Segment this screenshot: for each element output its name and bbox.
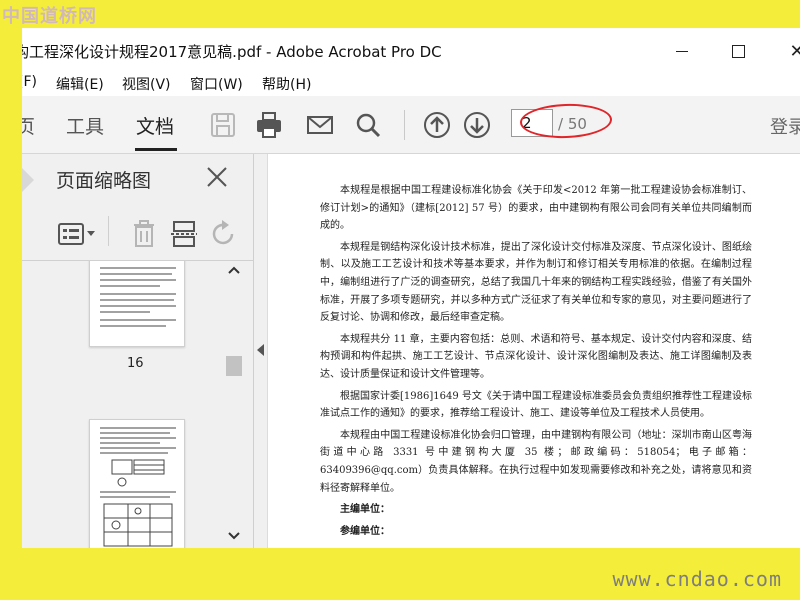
tab-document[interactable]: 文档 [136,112,174,139]
thumbnail-panel: 页面缩略图 16 [22,154,254,548]
menu-view[interactable]: 视图(V) [122,74,171,94]
save-icon[interactable] [208,110,238,140]
tab-home[interactable]: 页 [22,112,35,139]
doc-paragraph: 本规程是钢结构深化设计技术标准，提出了深化设计交付标准及深度、节点深化设计、图纸… [320,241,752,324]
page-up-icon[interactable] [422,110,452,140]
menu-edit[interactable]: 编辑(E) [56,74,104,94]
window-title: 构工程深化设计规程2017意见稿.pdf - Adobe Acrobat Pro… [22,43,442,61]
doc-participant-line: 参编单位： [340,525,390,537]
delete-icon[interactable] [128,218,160,250]
thumbnail-list: 16 [22,260,254,548]
doc-paragraph: 根据国家计委[1986]1649 号文《关于请中国工程建设标准委员会负责组织推荐… [320,390,752,420]
signin-link[interactable]: 登录 [770,113,800,139]
page-thumbnail-16[interactable] [89,261,185,347]
doc-paragraph: 本规程共分 11 章，主要内容包括：总则、术语和符号、基本规定、设计交付内容和深… [320,333,752,380]
extract-icon[interactable] [168,218,200,250]
panel-collapse-handle[interactable] [254,154,268,548]
close-icon[interactable] [204,164,230,190]
page-thumbnail-17[interactable] [89,419,185,548]
thumbnail-label: 16 [127,356,144,371]
menu-window[interactable]: 窗口(W) [190,74,243,94]
watermark-top: 中国道桥网 [2,6,97,27]
doc-paragraph: 本规程由中国工程建设标准化协会归口管理，由中建钢构有限公司（地址：深圳市南山区粤… [320,429,752,494]
active-tab-indicator [135,148,177,151]
chevron-down-icon[interactable] [226,528,242,544]
close-button[interactable]: ✕ [784,38,800,64]
toolbar: 页 工具 文档 2 / 50 登录 [22,96,800,154]
menu-help[interactable]: 帮助(H) [262,74,311,94]
document-view: 本规程是根据中国工程建设标准化协会《关于印发<2012 年第一批工程建设协会标准… [268,154,800,548]
rotate-icon[interactable] [208,218,240,250]
title-bar: 构工程深化设计规程2017意见稿.pdf - Adobe Acrobat Pro… [22,28,800,72]
email-icon[interactable] [305,110,335,140]
watermark-bottom: www.cndao.com [612,567,782,591]
maximize-button[interactable] [725,38,751,64]
panel-notch [22,168,34,192]
doc-chief-editor-line: 主编单位： [340,504,390,516]
panel-header: 页面缩略图 [22,154,254,204]
document-page: 本规程是根据中国工程建设标准化协会《关于印发<2012 年第一批工程建设协会标准… [320,182,752,544]
highlight-annotation [519,102,613,140]
options-icon[interactable] [56,218,100,250]
tab-tools[interactable]: 工具 [66,112,104,139]
chevron-left-icon[interactable] [257,344,264,356]
menu-bar: (F) 编辑(E) 视图(V) 窗口(W) 帮助(H) [22,72,800,96]
panel-tools-separator [108,216,109,246]
thumbnail-scrollbar[interactable] [224,260,242,548]
panel-title: 页面缩略图 [56,170,152,192]
toolbar-separator [404,110,405,140]
minimize-button[interactable] [669,38,695,64]
menu-file[interactable]: (F) [22,74,37,90]
scrollbar-thumb[interactable] [226,356,242,376]
panel-tools [22,212,254,258]
search-icon[interactable] [353,110,383,140]
page-down-icon[interactable] [462,110,492,140]
doc-paragraph: 本规程是根据中国工程建设标准化协会《关于印发<2012 年第一批工程建设协会标准… [320,185,752,232]
print-icon[interactable] [254,110,284,140]
acrobat-window: 构工程深化设计规程2017意见稿.pdf - Adobe Acrobat Pro… [22,28,800,548]
chevron-up-icon[interactable] [226,262,242,278]
